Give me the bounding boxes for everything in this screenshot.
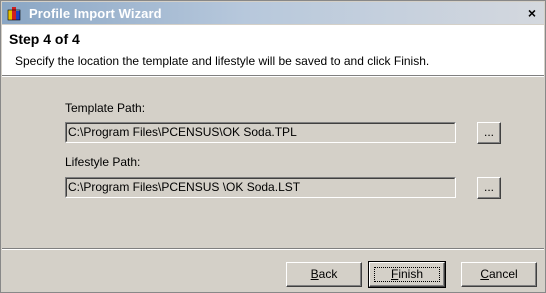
window-title: Profile Import Wizard [29,5,162,21]
back-button[interactable]: Back [286,262,362,287]
back-label: ack [318,267,338,281]
button-separator [2,248,544,250]
finish-label: inish [398,267,424,281]
header-divider [2,76,544,77]
lifestyle-path-value: C:\Program Files\PCENSUS \OK Soda.LST [68,180,301,194]
lifestyle-path-field[interactable]: C:\Program Files\PCENSUS \OK Soda.LST [65,177,456,198]
cancel-label: ancel [488,267,518,281]
close-icon[interactable]: × [524,5,540,21]
finish-button[interactable]: Finish [368,261,446,288]
template-path-value: C:\Program Files\PCENSUS\OK Soda.TPL [68,125,297,139]
wizard-app-icon [7,5,23,21]
lifestyle-browse-button[interactable]: ... [477,177,501,199]
template-path-field[interactable]: C:\Program Files\PCENSUS\OK Soda.TPL [65,122,456,143]
step-instructions: Specify the location the template and li… [15,54,430,68]
wizard-window: Profile Import Wizard × Step 4 of 4 Spec… [0,0,546,293]
cancel-button[interactable]: Cancel [461,262,537,287]
finish-mnemonic: F [390,267,399,281]
template-browse-button[interactable]: ... [477,122,501,144]
back-mnemonic: B [310,267,319,281]
cancel-mnemonic: C [480,267,489,281]
wizard-header: Step 4 of 4 Specify the location the tem… [2,25,544,76]
title-bar[interactable]: Profile Import Wizard × [2,2,544,24]
step-title: Step 4 of 4 [9,31,80,47]
lifestyle-path-label: Lifestyle Path: [65,155,141,169]
template-path-label: Template Path: [65,101,146,115]
